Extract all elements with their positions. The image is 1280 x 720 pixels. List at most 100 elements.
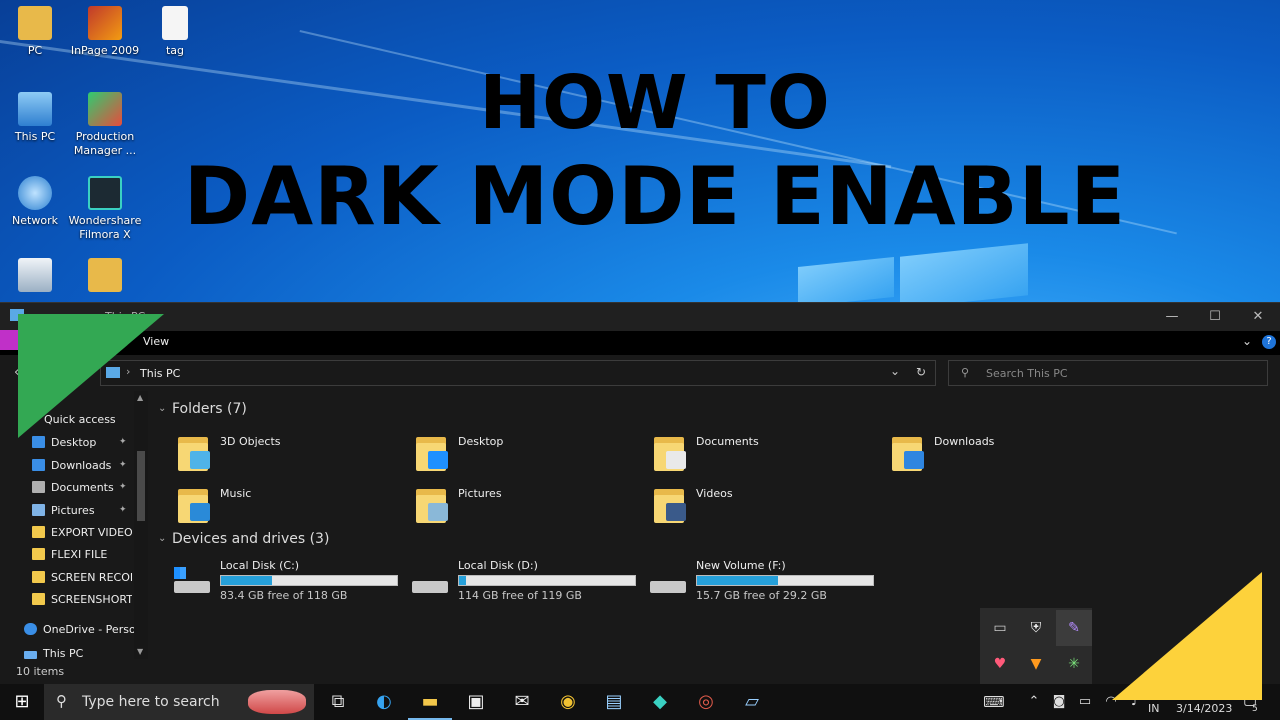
close-button[interactable]: ✕ xyxy=(1243,307,1273,327)
taskbar: ⊞ ⚲ Type here to search ⧉ ◐ ▬ ▣ ✉ ◉ ▤ ◆ … xyxy=(0,684,1280,720)
mail-icon[interactable]: ✉ xyxy=(500,684,544,720)
folder-icon xyxy=(176,435,210,471)
folder-item-downloads[interactable]: Downloads xyxy=(890,431,1120,477)
language-indicator[interactable]: IN xyxy=(1148,702,1159,715)
folder-icon xyxy=(32,526,45,538)
folder-item-desktop[interactable]: Desktop xyxy=(414,431,644,477)
purple-accent xyxy=(0,330,18,350)
nav-export-video[interactable]: EXPORT VIDEO xyxy=(32,524,132,542)
file-explorer-icon[interactable]: ▬ xyxy=(408,684,452,720)
nav-onedrive[interactable]: OneDrive - Person xyxy=(24,621,134,639)
camera-icon[interactable]: ◙ xyxy=(1046,684,1072,720)
scroll-thumb[interactable] xyxy=(137,451,145,521)
nav-label: OneDrive - Person xyxy=(43,623,134,636)
drive-free-space: 83.4 GB free of 118 GB xyxy=(220,589,348,602)
nav-label: SCREEN RECORD xyxy=(51,571,132,584)
address-dropdown-icon[interactable]: ⌄ xyxy=(890,364,900,378)
drive-usage-bar xyxy=(458,575,636,586)
ribbon-bar: View ⌄ ? xyxy=(0,331,1280,355)
onedrive-icon xyxy=(24,623,37,635)
drive-usage-fill xyxy=(697,576,778,585)
triangle-app-icon[interactable]: ▼ xyxy=(1018,646,1054,682)
clock-date[interactable]: 3/14/2023 xyxy=(1176,702,1232,715)
start-button[interactable]: ⊞ xyxy=(0,684,44,720)
drive-item-d[interactable]: Local Disk (D:) 114 GB free of 119 GB xyxy=(410,559,650,609)
scroll-down-icon[interactable]: ▼ xyxy=(137,647,143,656)
folder-icon xyxy=(414,435,448,471)
windows-logo-pane xyxy=(900,243,1028,309)
notes-icon[interactable]: ▱ xyxy=(730,684,774,720)
sparkle-icon[interactable]: ✳ xyxy=(1056,646,1092,682)
feather-icon[interactable]: ✎ xyxy=(1056,610,1092,646)
desktop-icon-screen[interactable] xyxy=(67,258,143,296)
hard-drive-icon xyxy=(172,567,212,595)
drive-usage-fill xyxy=(221,576,273,585)
drive-item-c[interactable]: Local Disk (C:) 83.4 GB free of 118 GB xyxy=(172,559,412,609)
yellow-corner-triangle xyxy=(1112,572,1262,700)
taskbar-search-placeholder: Type here to search xyxy=(82,694,220,710)
search-placeholder: Search This PC xyxy=(986,367,1068,380)
text-file-icon xyxy=(162,6,188,40)
edge-icon[interactable]: ◐ xyxy=(362,684,406,720)
app-icon[interactable]: ▤ xyxy=(592,684,636,720)
inpage-icon xyxy=(88,6,122,40)
collapse-chevron-icon[interactable]: ⌄ xyxy=(158,533,166,544)
drive-name: Local Disk (C:) xyxy=(220,559,300,572)
folders-header[interactable]: Folders (7) xyxy=(172,401,247,417)
nav-pictures[interactable]: Pictures xyxy=(32,502,132,520)
nav-documents[interactable]: Documents xyxy=(32,479,132,497)
nav-label: Downloads xyxy=(51,459,112,472)
keyboard-icon[interactable]: ⌨ xyxy=(972,684,1016,720)
address-row: ‹ › This PC ⌄ ↻ ⚲ Search This PC xyxy=(0,355,1280,391)
search-highlight-icon xyxy=(248,690,306,714)
pictures-icon xyxy=(32,504,45,516)
folder-icon xyxy=(890,435,924,471)
folder-item-documents[interactable]: Documents xyxy=(652,431,882,477)
desktop-icon-recycle-bin[interactable] xyxy=(0,258,73,296)
expand-ribbon-chevron-icon[interactable]: ⌄ xyxy=(1242,334,1252,348)
drives-header[interactable]: Devices and drives (3) xyxy=(172,531,329,547)
drive-usage-bar xyxy=(220,575,398,586)
windows-logo-pane xyxy=(798,256,894,308)
battery-icon[interactable]: ▭ xyxy=(1072,684,1098,720)
nav-label: Documents xyxy=(51,481,114,494)
nav-label: FLEXI FILE xyxy=(51,548,108,561)
folder-item-pictures[interactable]: Pictures xyxy=(414,483,644,529)
maximize-button[interactable]: ☐ xyxy=(1200,307,1230,327)
taskbar-search-box[interactable]: ⚲ Type here to search xyxy=(44,684,314,720)
nav-screen-record[interactable]: SCREEN RECORD xyxy=(32,569,132,587)
task-view-icon[interactable]: ⧉ xyxy=(316,684,360,720)
display-icon[interactable]: ▭ xyxy=(982,610,1018,646)
desktop-icon-pc[interactable]: PC xyxy=(0,6,73,58)
refresh-icon[interactable]: ↻ xyxy=(916,365,926,379)
nav-downloads[interactable]: Downloads xyxy=(32,457,132,475)
help-icon[interactable]: ? xyxy=(1262,335,1276,349)
chrome-profile-icon[interactable]: ◎ xyxy=(684,684,728,720)
folder-icon xyxy=(176,487,210,523)
minimize-button[interactable]: — xyxy=(1157,307,1187,327)
chrome-icon[interactable]: ◉ xyxy=(546,684,590,720)
nav-screenshort[interactable]: SCREENSHORT xyxy=(32,591,132,609)
folder-name: Documents xyxy=(696,435,759,448)
nav-flexi-file[interactable]: FLEXI FILE xyxy=(32,546,132,564)
desktop-icon-tag[interactable]: tag xyxy=(137,6,213,58)
folder-item-3d-objects[interactable]: 3D Objects xyxy=(176,431,406,477)
desktop-icon-inpage[interactable]: InPage 2009 xyxy=(67,6,143,58)
folder-item-music[interactable]: Music xyxy=(176,483,406,529)
heart-icon[interactable]: ♥ xyxy=(982,646,1018,682)
desktop-icon-label: tag xyxy=(165,44,185,57)
drive-item-f[interactable]: New Volume (F:) 15.7 GB free of 29.2 GB xyxy=(648,559,888,609)
content-pane: ⌄ Folders (7) 3D Objects Desktop Documen… xyxy=(150,391,1280,659)
folder-icon xyxy=(88,258,122,292)
folder-name: Videos xyxy=(696,487,733,500)
folder-item-videos[interactable]: Videos xyxy=(652,483,882,529)
shield-icon[interactable]: ⛨ xyxy=(1018,610,1054,646)
search-icon: ⚲ xyxy=(961,366,970,379)
address-bar[interactable]: › This PC ⌄ ↻ xyxy=(100,360,936,386)
nav-this-pc[interactable]: This PC xyxy=(24,649,134,659)
filmora-icon[interactable]: ◆ xyxy=(638,684,682,720)
item-count: 10 items xyxy=(16,665,65,678)
search-box[interactable]: ⚲ Search This PC xyxy=(948,360,1268,386)
drive-usage-bar xyxy=(696,575,874,586)
store-icon[interactable]: ▣ xyxy=(454,684,498,720)
